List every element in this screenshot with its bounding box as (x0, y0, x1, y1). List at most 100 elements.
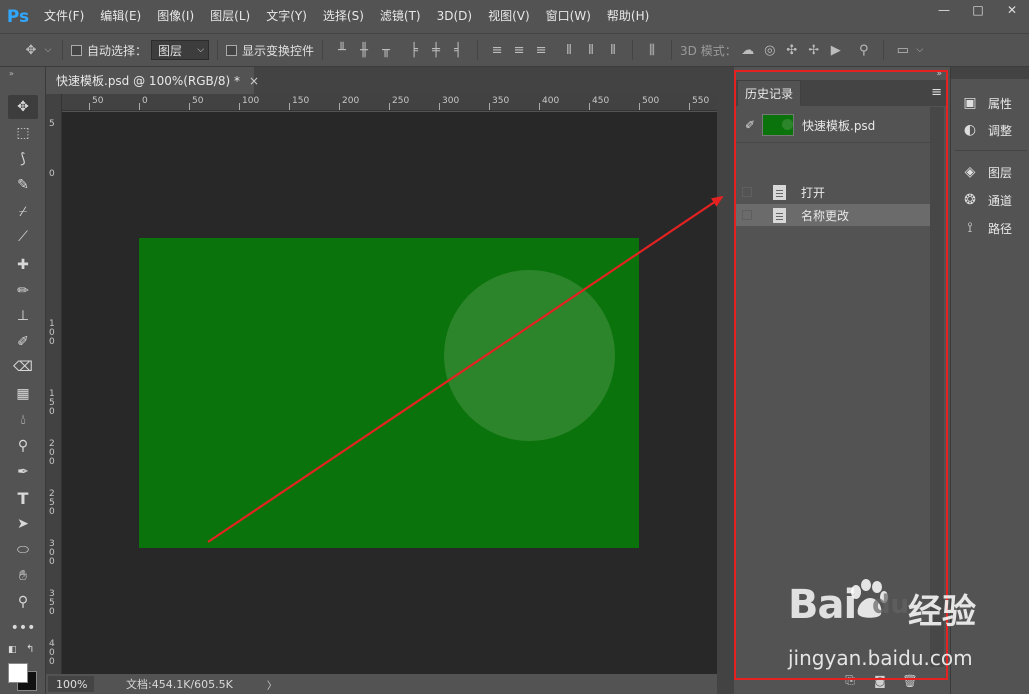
align-right-icon[interactable]: ╡ (447, 39, 469, 61)
menu-edit[interactable]: 编辑(E) (92, 0, 149, 33)
new-document-from-state-icon[interactable]: ⎘ (840, 672, 860, 690)
more-tools-icon[interactable]: ••• (8, 616, 38, 640)
history-state-label: 打开 (801, 185, 826, 200)
move-tool-icon[interactable]: ✥ (8, 95, 38, 119)
stamp-tool-icon[interactable]: ⊥ (8, 304, 38, 328)
collapse-chevrons-icon[interactable]: » (9, 69, 14, 78)
align-top-icon[interactable]: ╨ (331, 39, 353, 61)
document-tab[interactable]: 快速模板.psd @ 100%(RGB/8) * × (46, 67, 259, 94)
default-colors-icon[interactable]: ◧ (8, 645, 17, 655)
marquee-tool-icon[interactable]: ⬚ (8, 121, 38, 145)
history-snapshot[interactable]: ✐ 快速模板.psd (734, 110, 930, 140)
dodge-tool-icon[interactable]: ⚲ (8, 434, 38, 458)
dock-item-layers[interactable]: ◈ 图层 (959, 160, 1027, 184)
tool-preset-chevron-down-icon[interactable]: ⌵ (42, 39, 54, 61)
dock-item-adjustments[interactable]: ◐ 调整 (959, 118, 1027, 142)
show-transform-checkbox[interactable] (226, 44, 238, 56)
foreground-color-swatch[interactable] (8, 663, 28, 683)
move-tool-icon[interactable]: ✥ (20, 39, 42, 61)
history-brush-source-icon[interactable]: ✐ (738, 118, 762, 132)
type-tool-icon[interactable]: T (8, 486, 38, 510)
3d-pan-icon[interactable]: ✣ (781, 39, 803, 61)
auto-select-value: 图层 (158, 43, 183, 58)
3d-orbit-icon[interactable]: ☁ (737, 39, 759, 61)
menu-select[interactable]: 选择(S) (315, 0, 372, 33)
dock-item-properties[interactable]: ▣ 属性 (959, 91, 1027, 115)
history-panel-footer: ⎘ ◙ 🗑︎ (734, 667, 946, 694)
crop-tool-icon[interactable]: ⌿ (8, 200, 38, 224)
hand-tool-icon[interactable]: ✋︎ (8, 564, 38, 588)
document-info: 文档:454.1K/605.5K (126, 678, 233, 691)
zoom-level-field[interactable]: 100% (48, 676, 94, 692)
search-icon[interactable]: ⚲ (853, 39, 875, 61)
history-brush-source-checkbox[interactable] (742, 210, 752, 220)
zoom-tool-icon[interactable]: ⚲ (8, 590, 38, 614)
workspace-icon[interactable]: ▭ (892, 39, 914, 61)
panel-menu-icon[interactable]: ≡ (931, 85, 942, 100)
menu-filter[interactable]: 滤镜(T) (372, 0, 429, 33)
menu-help[interactable]: 帮助(H) (599, 0, 657, 33)
close-tab-icon[interactable]: × (249, 74, 259, 88)
trash-icon[interactable]: 🗑︎ (900, 672, 920, 690)
tab-history[interactable]: 历史记录 (737, 80, 801, 106)
menu-window[interactable]: 窗口(W) (538, 0, 599, 33)
distribute-left-icon[interactable]: ⦀ (558, 39, 580, 61)
history-state-label: 名称更改 (801, 208, 850, 223)
horizontal-ruler[interactable]: 50 0 50 100 150 200 250 300 350 400 450 … (62, 94, 717, 111)
align-vcenter-icon[interactable]: ╫ (353, 39, 375, 61)
3d-slide-icon[interactable]: ✢ (803, 39, 825, 61)
auto-select-checkbox[interactable] (71, 44, 82, 56)
lasso-tool-icon[interactable]: ⟆ (8, 147, 38, 171)
menu-image[interactable]: 图像(I) (149, 0, 202, 33)
dock-item-paths[interactable]: ⟟ 路径 (959, 216, 1027, 240)
swap-colors-icon[interactable]: ↰ (26, 644, 34, 655)
canvas-area[interactable] (62, 112, 717, 674)
pen-tool-icon[interactable]: ✒ (8, 460, 38, 484)
distribute-bottom-icon[interactable]: ≡ (530, 39, 552, 61)
menu-view[interactable]: 视图(V) (480, 0, 538, 33)
distribute-vcenter-icon[interactable]: ≡ (508, 39, 530, 61)
3d-roll-icon[interactable]: ◎ (759, 39, 781, 61)
history-brush-source-checkbox[interactable] (742, 187, 752, 197)
menu-layer[interactable]: 图层(L) (202, 0, 258, 33)
brush-tool-icon[interactable]: ✏ (8, 279, 38, 303)
panel-collapse-icon[interactable]: » (936, 69, 942, 79)
restore-button[interactable]: □ (961, 0, 995, 20)
minimize-button[interactable]: — (927, 0, 961, 20)
quick-select-tool-icon[interactable]: ✎ (8, 173, 38, 197)
align-left-icon[interactable]: ╞ (403, 39, 425, 61)
menu-3d[interactable]: 3D(D) (429, 0, 480, 33)
distribute-top-icon[interactable]: ≡ (486, 39, 508, 61)
history-brush-tool-icon[interactable]: ✐ (8, 330, 38, 354)
workspace-chevron-down-icon[interactable]: ⌵ (914, 39, 926, 61)
menu-file[interactable]: 文件(F) (36, 0, 92, 33)
divider (632, 40, 634, 60)
ellipse-tool-icon[interactable]: ⬭ (8, 538, 38, 562)
history-state-open[interactable]: 打开 (734, 181, 930, 203)
divider (734, 142, 930, 143)
vertical-ruler[interactable]: 5 0 1 0 0 1 5 0 2 0 0 2 5 0 3 0 0 3 5 0 … (46, 94, 62, 674)
align-hcenter-icon[interactable]: ╪ (425, 39, 447, 61)
path-select-tool-icon[interactable]: ➤ (8, 512, 38, 536)
blur-tool-icon[interactable]: 💧︎ (8, 408, 38, 432)
auto-align-icon[interactable]: ⫼ (641, 39, 663, 61)
dock-item-channels[interactable]: ❂ 通道 (959, 188, 1027, 212)
document-canvas[interactable] (139, 238, 639, 548)
eraser-tool-icon[interactable]: ⌫ (8, 355, 38, 379)
healing-brush-tool-icon[interactable]: ✚ (8, 253, 38, 277)
auto-select-dropdown[interactable]: 图层 ⌵ (151, 40, 210, 60)
eyedropper-tool-icon[interactable]: ⟋ (8, 225, 38, 249)
distribute-right-icon[interactable]: ⦀ (602, 39, 624, 61)
history-state-rename[interactable]: 名称更改 (734, 204, 930, 226)
status-menu-arrow-icon[interactable]: 〉 (267, 677, 277, 692)
align-bottom-icon[interactable]: ╥ (375, 39, 397, 61)
distribute-hcenter-icon[interactable]: ⦀ (580, 39, 602, 61)
menu-type[interactable]: 文字(Y) (258, 0, 315, 33)
snapshot-thumbnail (762, 114, 794, 136)
history-scrollbar[interactable] (930, 107, 944, 667)
canvas-vertical-scrollbar[interactable] (717, 67, 734, 694)
close-button[interactable]: ✕ (995, 0, 1029, 20)
gradient-tool-icon[interactable]: ▦ (8, 382, 38, 406)
3d-camera-icon[interactable]: ▶ (825, 39, 847, 61)
camera-snapshot-icon[interactable]: ◙ (870, 672, 890, 690)
